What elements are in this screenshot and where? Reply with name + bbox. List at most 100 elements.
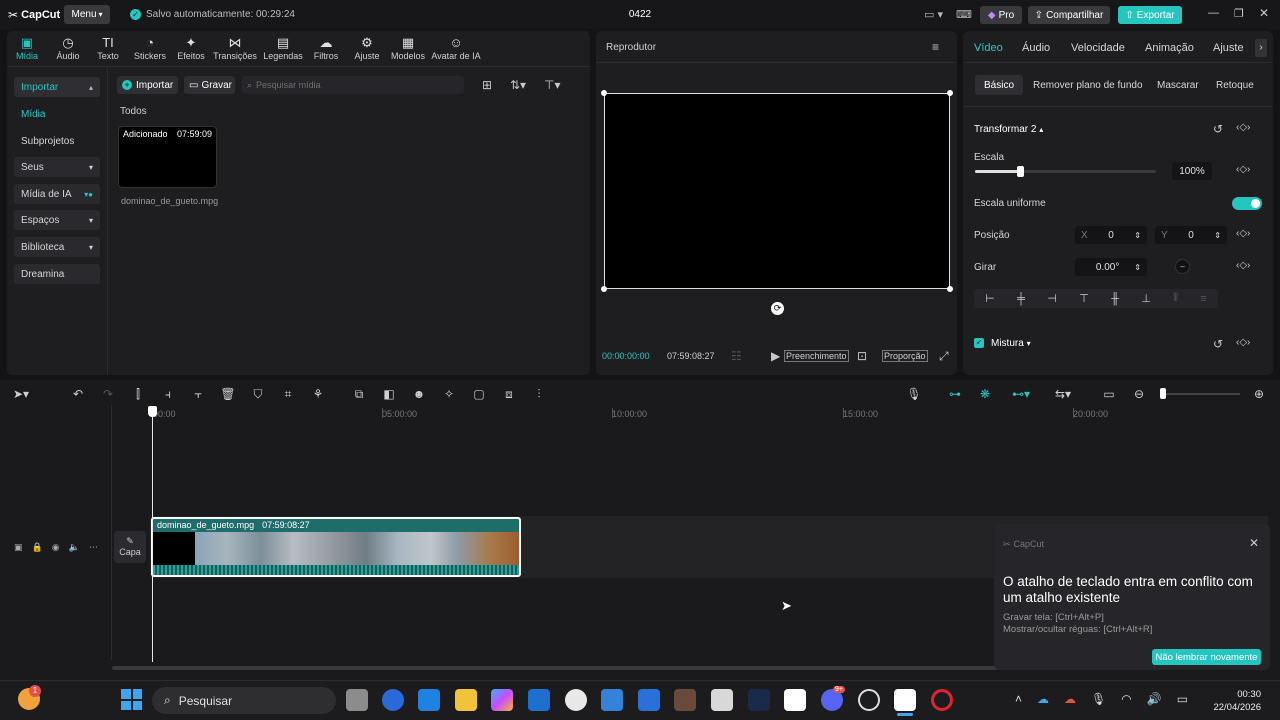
timeline-clip[interactable]: dominao_de_gueto.mpg 07:59:08:27 — [151, 517, 521, 577]
link-icon[interactable]: ⊷▾ — [1006, 386, 1036, 402]
crop-icon[interactable]: ⌗ — [279, 386, 297, 402]
tab-transitions[interactable]: ⋈ Transições — [213, 35, 257, 61]
opera-icon[interactable] — [931, 689, 953, 711]
ea-app-icon[interactable] — [382, 689, 404, 711]
tab-media[interactable]: ▣ Mídia — [5, 35, 49, 61]
shield-icon[interactable]: ⛉ — [249, 386, 267, 402]
audio-wave-icon[interactable]: ⫶ — [530, 386, 548, 402]
microphone-icon[interactable]: 🎙 — [905, 386, 923, 402]
track-video-icon[interactable]: ▣ — [14, 542, 23, 553]
playhead[interactable] — [152, 410, 153, 662]
position-y-field[interactable]: Y 0 ⇕ — [1155, 226, 1227, 244]
capcut-taskbar-icon[interactable] — [784, 689, 806, 711]
scale-value[interactable]: 100% — [1172, 162, 1212, 180]
playhead-handle[interactable] — [148, 406, 157, 417]
volume-icon[interactable]: 🔊 — [1147, 692, 1162, 706]
sidebar-item-spaces[interactable]: Espaços ▾ — [14, 210, 100, 230]
preview-axis-icon[interactable]: ⇆▾ — [1048, 386, 1078, 402]
play-icon[interactable]: ▶ — [771, 349, 780, 363]
speaker-icon[interactable]: 🔈 — [69, 542, 80, 553]
select-tool-icon[interactable]: ➤▾ — [12, 386, 30, 402]
share-button[interactable]: ⇪ Compartilhar — [1028, 6, 1110, 24]
chevron-up-icon[interactable]: ˄ — [1015, 692, 1022, 706]
browser-icon[interactable] — [565, 689, 587, 711]
ratio-button[interactable]: Proporção — [882, 350, 928, 362]
task-view-icon[interactable] — [346, 689, 368, 711]
split-icon[interactable]: ⫿ — [129, 386, 147, 402]
reset-icon[interactable]: ↺ — [1213, 337, 1223, 351]
tab-adjust-inspector[interactable]: Ajuste — [1213, 42, 1244, 54]
obs-icon[interactable] — [858, 689, 880, 711]
microphone-tray-icon[interactable]: 🎙 — [1091, 692, 1106, 706]
toast-close-icon[interactable]: ✕ — [1249, 536, 1259, 550]
import-button[interactable]: + Importar — [117, 76, 178, 94]
auto-snap-icon[interactable]: ❋ — [976, 386, 994, 402]
align-right-icon[interactable]: ⊣ — [1047, 292, 1057, 305]
ai-edit-icon[interactable]: ⚘ — [309, 386, 327, 402]
more-icon[interactable]: ⋯ — [89, 542, 98, 553]
remove-bg-icon[interactable]: ⧉ — [350, 386, 368, 402]
tab-stickers[interactable]: ◔ Stickers — [128, 35, 172, 61]
tab-video[interactable]: Vídeo — [974, 42, 1003, 54]
sidebar-item-library[interactable]: Biblioteca ▾ — [14, 237, 100, 257]
undo-icon[interactable]: ↶ — [69, 386, 87, 402]
pro-button[interactable]: ◆ Pro — [980, 6, 1022, 24]
grid-view-icon[interactable]: ⊞ — [482, 78, 492, 92]
capcut-active-icon[interactable] — [894, 689, 916, 711]
roblox-icon[interactable] — [711, 689, 733, 711]
sidebar-item-subprojects[interactable]: Subprojetos — [21, 136, 74, 147]
uniform-scale-toggle[interactable] — [1232, 197, 1262, 210]
fill-button[interactable]: Preenchimento — [784, 350, 849, 362]
subtab-retouch[interactable]: Retoque — [1216, 80, 1254, 91]
sort-icon[interactable]: ⇅▾ — [510, 78, 526, 92]
windows-start-icon[interactable] — [121, 689, 142, 710]
sidebar-item-media[interactable]: Mídia — [21, 109, 45, 120]
keyframe-icon[interactable]: ‹◇› — [1236, 337, 1250, 348]
rotate-field[interactable]: 0.00° ⇕ — [1075, 258, 1147, 276]
restore-icon[interactable]: ❐ — [1234, 7, 1244, 20]
split-right-icon[interactable]: ⫟ — [189, 386, 207, 402]
align-left-icon[interactable]: ⊢ — [985, 292, 995, 305]
sidebar-item-import[interactable]: Importar ▴ — [14, 77, 100, 97]
chevron-right-icon[interactable]: › — [1255, 39, 1267, 57]
eye-icon[interactable]: ◉ — [52, 542, 60, 553]
zoom-slider[interactable] — [1160, 388, 1240, 399]
outlook-icon[interactable] — [528, 689, 550, 711]
dropbox-icon[interactable] — [418, 689, 440, 711]
tab-adjust[interactable]: ⚙ Ajuste — [345, 35, 389, 61]
copilot-icon[interactable] — [491, 689, 513, 711]
game-icon[interactable] — [674, 689, 696, 711]
timeline-scrollbar[interactable] — [112, 666, 1097, 670]
subtab-remove-bg[interactable]: Remover plano de fundo — [1033, 80, 1143, 91]
sidebar-item-ai-media[interactable]: Mídia de IA ▾● — [14, 184, 100, 204]
cover-button[interactable]: ✎ Capa — [114, 531, 146, 563]
reset-icon[interactable]: ↺ — [1213, 122, 1223, 136]
video-preview[interactable] — [604, 93, 950, 289]
search-media-input[interactable]: ⌕ Pesquisar mídia — [242, 76, 464, 94]
align-top-icon[interactable]: ⊤ — [1079, 292, 1089, 305]
tab-effects[interactable]: ✦ Efeitos — [169, 35, 213, 61]
zoom-in-icon[interactable]: ⊕ — [1250, 386, 1268, 402]
tab-filters[interactable]: ☁ Filtros — [304, 35, 348, 61]
tab-speed[interactable]: Velocidade — [1071, 42, 1125, 54]
keyframe-icon[interactable]: ‹◇› — [1236, 260, 1250, 271]
subtab-mask[interactable]: Mascarar — [1157, 80, 1199, 91]
reverse-icon[interactable]: ⧈ — [500, 386, 518, 402]
subtitle-track-icon[interactable]: ▭ — [1100, 386, 1118, 402]
layout-icon[interactable]: ▭ ▾ — [924, 8, 943, 21]
magic-icon[interactable]: ✧ — [440, 386, 458, 402]
photos-icon[interactable] — [601, 689, 623, 711]
blend-section[interactable]: Mistura ▾ — [991, 338, 1031, 349]
tab-text[interactable]: TI Texto — [86, 35, 130, 61]
tab-templates[interactable]: ▦ Modelos — [386, 35, 430, 61]
transform-section[interactable]: Transformar 2 ▴ — [974, 124, 1043, 135]
keyframe-icon[interactable]: ‹◇› — [1236, 228, 1250, 239]
vpn-icon[interactable] — [748, 689, 770, 711]
tab-captions[interactable]: ▤ Legendas — [261, 35, 305, 61]
tab-audio[interactable]: ◷ Áudio — [46, 35, 90, 61]
scale-slider-handle[interactable] — [1017, 166, 1025, 177]
align-center-v-icon[interactable]: ╫ — [1111, 293, 1119, 305]
tab-animation[interactable]: Animação — [1145, 42, 1194, 54]
rotate-handle-icon[interactable]: ⟳ — [771, 302, 784, 315]
align-center-h-icon[interactable]: ╪ — [1017, 293, 1025, 305]
